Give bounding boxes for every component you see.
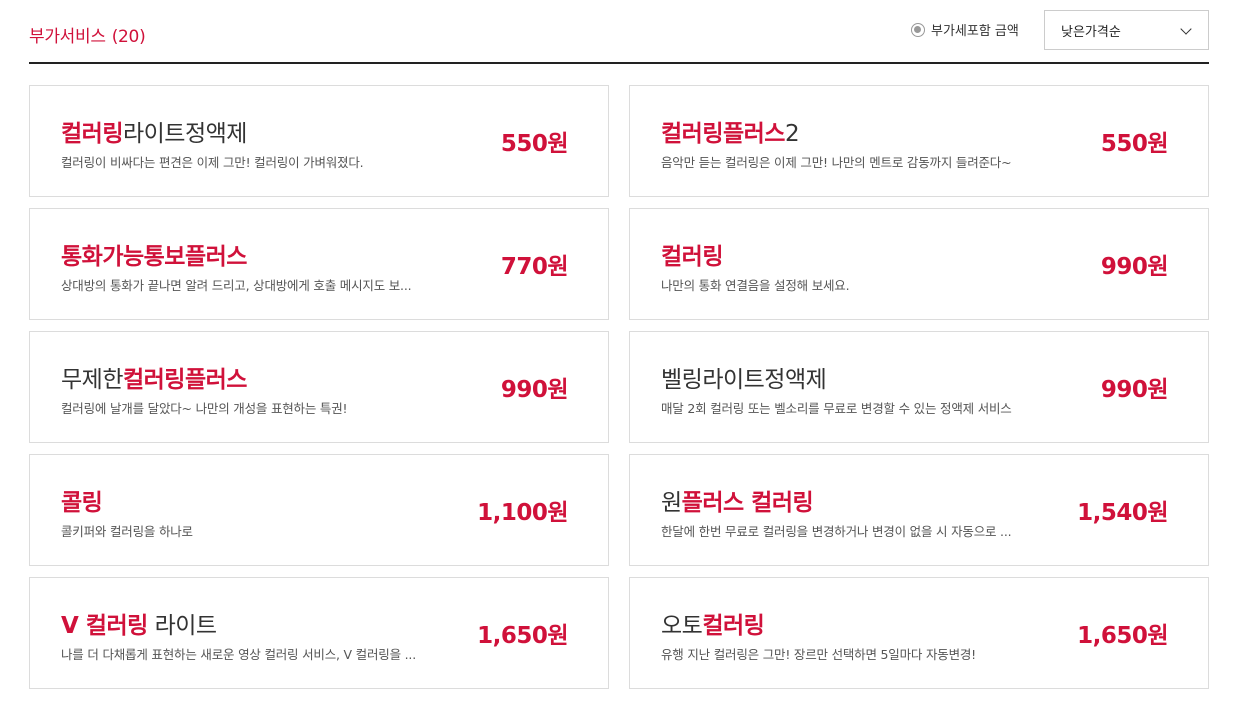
service-card[interactable]: 벨링라이트정액제매달 2회 컬러링 또는 벨소리를 무료로 변경할 수 있는 정… [629,331,1209,443]
service-name-part: 플러스 컬러링 [681,490,814,516]
service-description: 유행 지난 컬러링은 그만! 장르만 선택하면 5일마다 자동변경! [661,647,976,662]
service-name-part: 오토 [661,613,703,639]
service-card[interactable]: 컬러링라이트정액제컬러링이 비싸다는 편견은 이제 그만! 컬러링이 가벼워졌다… [29,85,609,197]
vat-included-toggle[interactable]: 부가세포함 금액 [911,20,1019,39]
service-name: 컬러링라이트정액제 [61,114,247,148]
service-name: 콜링 [61,483,103,517]
service-name-part: 무제한 [61,367,123,393]
service-description: 컬러링이 비싸다는 편견은 이제 그만! 컬러링이 가벼워졌다. [61,155,364,170]
service-name-part: 컬러링 [61,121,123,147]
service-card[interactable]: 컬러링나만의 통화 연결음을 설정해 보세요. 990원 [629,208,1209,320]
service-name-part: 라이트정액제 [122,121,247,147]
service-price: 1,650원 [1077,623,1168,649]
service-card[interactable]: 컬러링플러스2 음악만 듣는 컬러링은 이제 그만! 나만의 멘트로 감동까지 들… [629,85,1209,197]
service-description: 콜키퍼와 컬러링을 하나로 [61,524,193,539]
service-name: 무제한컬러링플러스 [61,360,247,394]
service-name-part: 통화가능통보플러스 [61,244,247,270]
vat-included-label: 부가세포함 금액 [931,24,1019,39]
service-name-part: 컬러링플러스 [661,121,785,147]
service-name: 컬러링 [661,237,723,271]
page-title: 부가서비스 (20) [29,22,146,47]
service-name-part: 컬러링 [702,613,765,639]
page-title-text: 부가서비스 [29,27,106,47]
service-price: 1,100원 [477,500,568,526]
service-price: 990원 [1100,377,1169,403]
list-header: 부가서비스 (20) 부가세포함 금액 낮은가격순 [29,0,1209,64]
service-description: 나만의 통화 연결음을 설정해 보세요. [661,278,850,293]
service-name-part: V 컬러링 [61,613,148,639]
service-price: 1,540원 [1077,500,1168,526]
service-name-part: 컬러링플러스 [122,367,247,393]
radio-icon[interactable] [911,22,925,37]
service-price: 990원 [500,377,569,403]
service-card[interactable]: 통화가능통보플러스상대방의 통화가 끝나면 알려 드리고, 상대방에게 호출 메… [29,208,609,320]
service-name-part: 라이트 [147,613,217,639]
service-count: (20) [111,27,146,47]
service-price: 550원 [1100,131,1169,157]
sort-select[interactable]: 낮은가격순 [1044,10,1209,50]
service-price: 1,650원 [477,623,568,649]
service-name-part: 원 [661,490,682,516]
service-description: 한달에 한번 무료로 컬러링을 변경하거나 변경이 없을 시 자동으로 ... [661,524,1012,539]
service-name: 벨링라이트정액제 [661,360,827,394]
service-name-part: 콜링 [61,490,103,516]
service-description: 음악만 듣는 컬러링은 이제 그만! 나만의 멘트로 감동까지 들려준다~ [661,155,1012,170]
service-price: 770원 [500,254,569,280]
service-card[interactable]: 오토컬러링유행 지난 컬러링은 그만! 장르만 선택하면 5일마다 자동변경! 1… [629,577,1209,689]
service-name-part: 벨링라이트정액제 [661,367,827,393]
service-card[interactable]: 무제한컬러링플러스컬러링에 날개를 달았다~ 나만의 개성을 표현하는 특권! 9… [29,331,609,443]
service-description: 나를 더 다채롭게 표현하는 새로운 영상 컬러링 서비스, V 컬러링을 ..… [61,647,416,662]
service-name: 컬러링플러스2 [661,114,800,148]
service-card[interactable]: V 컬러링 라이트나를 더 다채롭게 표현하는 새로운 영상 컬러링 서비스, … [29,577,609,689]
chevron-down-icon [1180,23,1192,35]
service-card[interactable]: 원플러스 컬러링한달에 한번 무료로 컬러링을 변경하거나 변경이 없을 시 자… [629,454,1209,566]
service-name-part: 2 [784,121,800,147]
service-price: 990원 [1100,254,1169,280]
service-description: 컬러링에 날개를 달았다~ 나만의 개성을 표현하는 특권! [61,401,348,416]
service-name: 원플러스 컬러링 [661,483,814,517]
service-grid: 컬러링라이트정액제 컬러링이 비싸다는 편견은 이제 그만! 컬러링이 가벼워졌다… [29,85,1209,689]
service-name: 통화가능통보플러스 [61,237,247,271]
service-name: 오토컬러링 [661,606,765,640]
service-price: 550원 [500,131,569,157]
service-description: 상대방의 통화가 끝나면 알려 드리고, 상대방에게 호출 메시지도 보... [61,278,412,293]
service-description: 매달 2회 컬러링 또는 벨소리를 무료로 변경할 수 있는 정액제 서비스 [661,401,1012,416]
service-name: V 컬러링 라이트 [61,606,217,640]
service-card[interactable]: 콜링콜키퍼와 컬러링을 하나로 1,100원 [29,454,609,566]
service-name-part: 컬러링 [661,244,723,270]
sort-select-value: 낮은가격순 [1061,24,1121,40]
